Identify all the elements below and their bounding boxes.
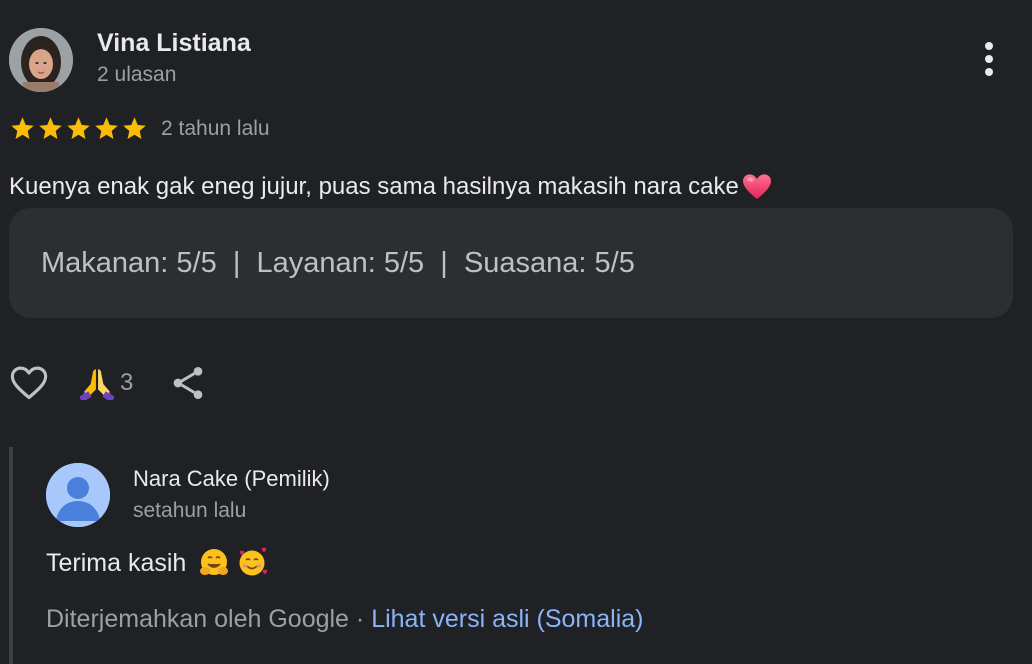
heart-icon <box>742 174 771 200</box>
star-rating <box>9 115 148 143</box>
star-icon <box>95 117 118 139</box>
like-button[interactable] <box>8 362 50 404</box>
star-icon <box>11 117 34 139</box>
smiling-face-with-hearts-emoji <box>239 547 268 576</box>
default-profile-icon <box>46 463 110 527</box>
owner-reply-time: setahun lalu <box>133 499 247 522</box>
view-original-link[interactable]: Lihat versi asli (Somalia) <box>371 605 643 633</box>
owner-avatar[interactable] <box>46 463 110 527</box>
folded-hands-icon <box>80 369 114 400</box>
reviewer-review-count: 2 ulasan <box>97 63 177 86</box>
star-icon <box>123 117 146 139</box>
thanks-reaction-button[interactable]: 3 <box>80 364 133 402</box>
owner-reply-text: Terima kasih <box>46 547 268 579</box>
owner-reply: Nara Cake (Pemilik) setahun lalu Terima … <box>9 447 1023 664</box>
star-icon <box>39 117 62 139</box>
review-text: Kuenya enak gak eneg jujur, puas sama ha… <box>9 172 772 202</box>
reviewer-avatar[interactable] <box>9 28 73 92</box>
translation-separator: · <box>348 605 372 633</box>
hugging-face-emoji <box>200 549 229 575</box>
more-vert-icon <box>985 42 993 76</box>
owner-reply-body: Terima kasih <box>46 549 187 577</box>
ratings-summary-box: Makanan: 5/5 | Layanan: 5/5 | Suasana: 5… <box>9 208 1013 318</box>
review-card: Vina Listiana 2 ulasan 2 tahun lalu Kuen… <box>0 0 1032 664</box>
share-icon <box>173 367 203 399</box>
translation-note: Diterjemahkan oleh Google · Lihat versi … <box>46 603 644 635</box>
review-time: 2 tahun lalu <box>161 117 270 140</box>
more-options-button[interactable] <box>970 38 1008 80</box>
thanks-count: 3 <box>120 369 134 396</box>
reviewer-name[interactable]: Vina Listiana <box>97 28 251 58</box>
translated-by-label: Diterjemahkan oleh Google <box>46 605 349 633</box>
owner-name: Nara Cake (Pemilik) <box>133 466 330 491</box>
star-icon <box>67 117 90 139</box>
heart-outline-icon <box>10 366 48 400</box>
ratings-summary: Makanan: 5/5 | Layanan: 5/5 | Suasana: 5… <box>41 247 635 279</box>
share-button[interactable] <box>168 362 208 404</box>
review-text-body: Kuenya enak gak eneg jujur, puas sama ha… <box>9 173 739 200</box>
